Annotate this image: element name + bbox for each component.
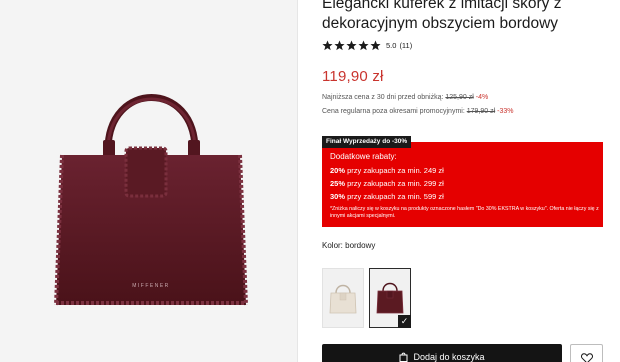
shopping-bag-icon xyxy=(399,352,408,362)
promo-tier-percent: 30% xyxy=(330,192,346,201)
color-label: Kolor: bordowy xyxy=(322,241,376,250)
star-icon xyxy=(346,40,357,51)
promo-tier: 30% przy zakupach za min. 599 zł xyxy=(330,192,444,201)
color-swatch-bordowy[interactable]: ✓ xyxy=(369,268,411,328)
promo-box: Dodatkowe rabaty: 20% przy zakupach za m… xyxy=(322,142,603,227)
checkmark-icon: ✓ xyxy=(398,315,411,328)
regular-price-label: Cena regularna poza okresami promocyjnym… xyxy=(322,108,467,115)
rating-stars xyxy=(322,40,381,51)
lowest-price-info: Najniższa cena z 30 dni przed obniżką: 1… xyxy=(322,94,488,101)
product-gallery[interactable]: MIFFENER xyxy=(0,0,297,362)
color-swatch-bezowy[interactable] xyxy=(322,268,364,328)
star-icon xyxy=(334,40,345,51)
lowest-price-label: Najniższa cena z 30 dni przed obniżką: xyxy=(322,94,446,101)
promo-tier-percent: 25% xyxy=(330,179,346,188)
rating-count: (11) xyxy=(399,41,413,50)
promo-note: *Zniżka naliczy się w koszyku na produkt… xyxy=(330,206,599,219)
add-to-cart-button[interactable]: Dodaj do koszyka xyxy=(322,344,562,362)
star-icon xyxy=(322,40,333,51)
heart-icon xyxy=(580,353,593,362)
product-image: MIFFENER xyxy=(54,94,248,306)
current-price: 119,90 zł xyxy=(322,68,384,85)
divider xyxy=(297,0,298,362)
regular-price-old: 179,90 zł xyxy=(466,108,496,115)
product-rating[interactable]: 5.0 (11) xyxy=(322,40,412,51)
brand-text: MIFFENER xyxy=(132,283,170,289)
promo-tier-percent: 20% xyxy=(330,166,346,175)
promo-tag: Finał Wyprzedaży do -30% xyxy=(322,136,412,148)
lowest-price-old: 125,90 zł xyxy=(445,94,474,101)
lowest-price-discount: -4% xyxy=(475,94,489,101)
wishlist-button[interactable] xyxy=(570,344,603,362)
promo-heading: Dodatkowe rabaty: xyxy=(330,152,397,161)
product-title: Elegancki kuferek z imitacji skóry z dek… xyxy=(322,0,562,32)
star-icon xyxy=(370,40,381,51)
promo-tier-text: przy zakupach za min. 299 zł xyxy=(345,179,444,188)
add-to-cart-label: Dodaj do koszyka xyxy=(413,352,485,362)
rating-value: 5.0 xyxy=(386,41,397,50)
promo-tier: 25% przy zakupach za min. 299 zł xyxy=(330,179,444,188)
promo-tier-text: przy zakupach za min. 599 zł xyxy=(345,192,444,201)
swatch-beige-bag-image xyxy=(329,284,357,314)
regular-price-discount: -33% xyxy=(497,108,514,115)
regular-price-info: Cena regularna poza okresami promocyjnym… xyxy=(322,108,513,115)
star-icon xyxy=(358,40,369,51)
promo-tier-text: przy zakupach za min. 249 zł xyxy=(345,166,444,175)
promo-tier: 20% przy zakupach za min. 249 zł xyxy=(330,166,444,175)
